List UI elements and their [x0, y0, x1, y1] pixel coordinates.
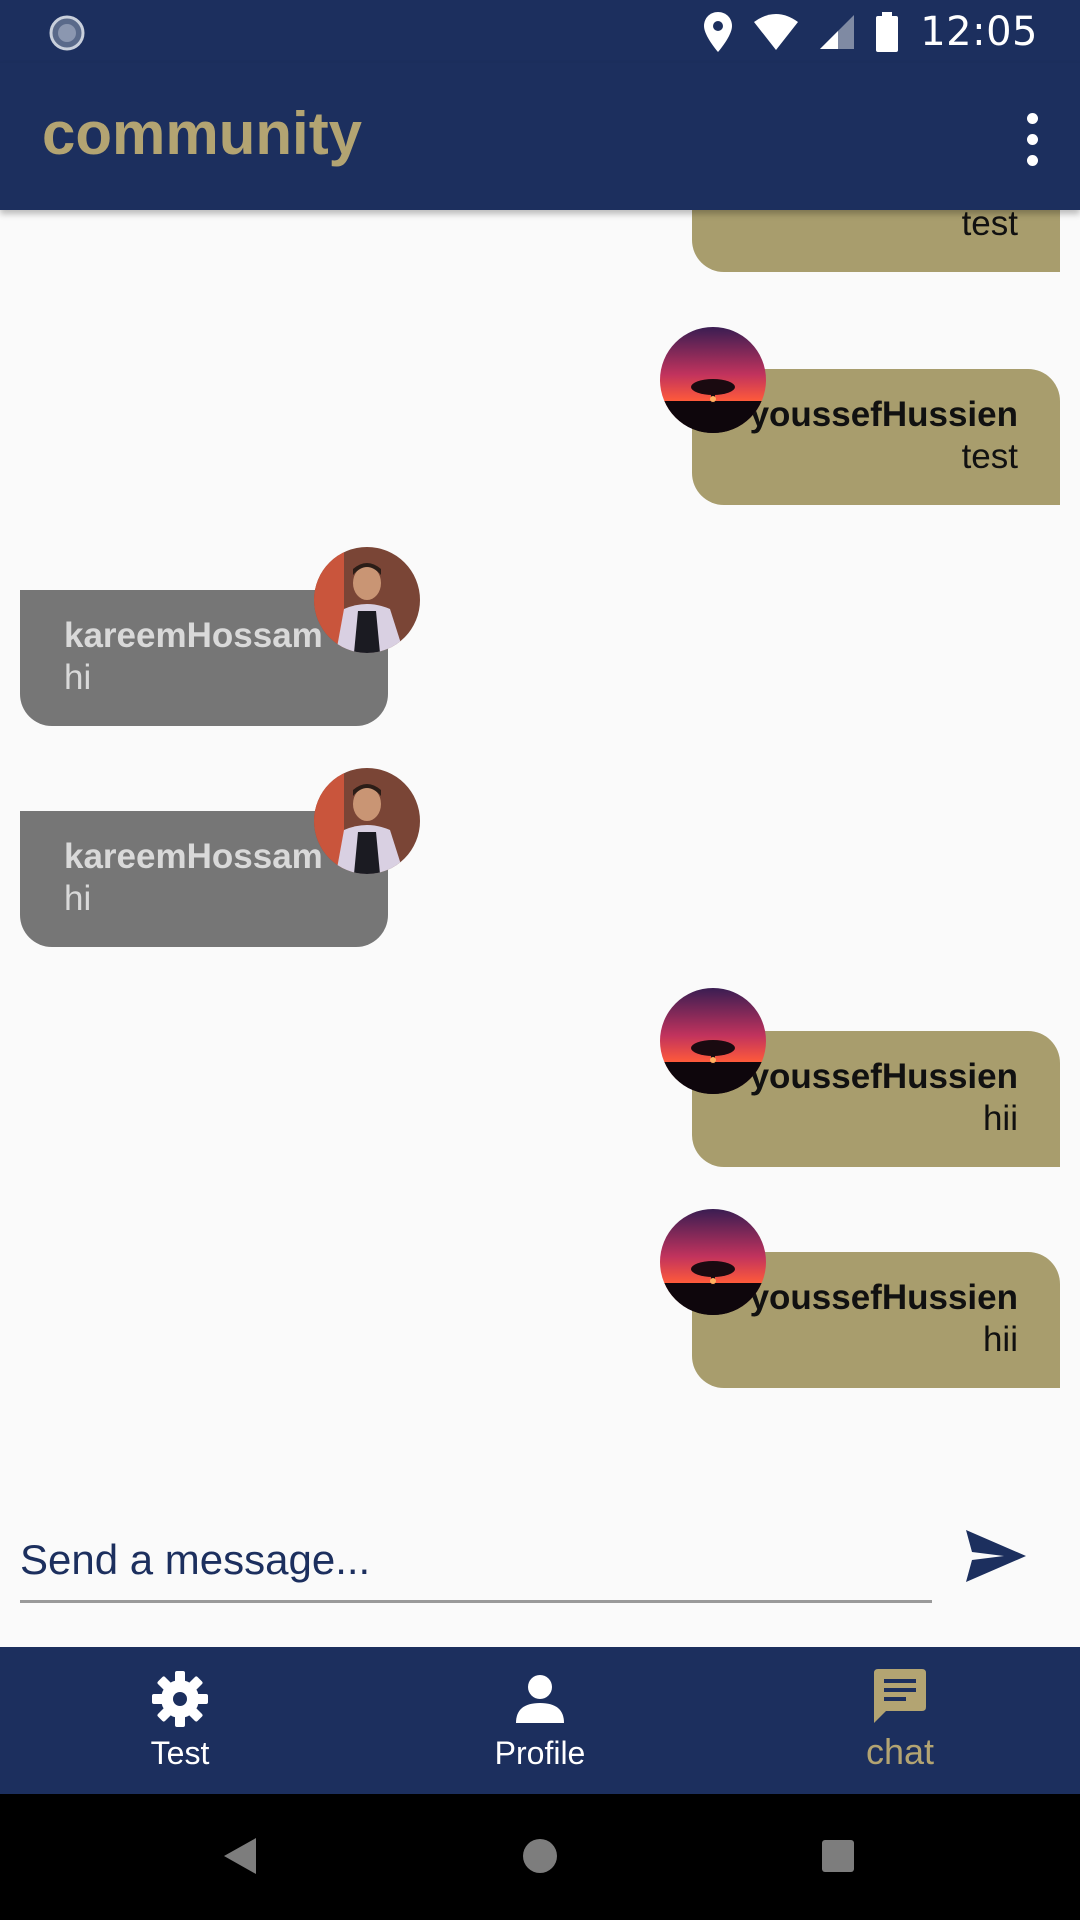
cell-signal-icon [820, 14, 855, 49]
status-time: 12:05 [920, 8, 1038, 55]
message-sender: kareemHossam [64, 616, 323, 655]
recents-icon[interactable] [822, 1840, 854, 1872]
status-bar: 12:05 [0, 0, 1080, 63]
message-sender: youssefHussien [749, 1057, 1018, 1096]
nav-label: chat [865, 1731, 935, 1772]
message-text: hi [64, 658, 92, 697]
home-icon[interactable] [522, 1838, 558, 1874]
message-sender: youssefHussien [749, 1278, 1018, 1317]
message-sender: kareemHossam [64, 837, 323, 876]
wifi-icon [754, 13, 799, 50]
person-icon [516, 1675, 564, 1723]
message-text: hii [982, 1099, 1018, 1138]
system-navigation-bar [0, 1794, 1080, 1920]
more-vert-icon[interactable] [996, 99, 1068, 179]
loading-circle-icon [49, 15, 85, 51]
avatar [314, 768, 420, 874]
message-text: hii [982, 1320, 1018, 1359]
chat-icon [874, 1669, 926, 1723]
nav-label: Test [150, 1735, 210, 1771]
avatar [660, 1209, 766, 1315]
settings-gear-icon [152, 1671, 208, 1727]
avatar [314, 547, 420, 653]
nav-item-profile[interactable]: Profile [360, 1647, 720, 1794]
message-composer [0, 1500, 1080, 1630]
message-input[interactable] [20, 1520, 932, 1603]
message-bubble-own: test [692, 210, 1060, 272]
message-text: test [961, 210, 1018, 243]
back-icon[interactable] [222, 1836, 258, 1876]
nav-label: Profile [494, 1735, 586, 1771]
avatar [660, 988, 766, 1094]
message-text: hi [64, 879, 92, 918]
location-pin-icon [704, 11, 733, 52]
app-title: community [42, 100, 363, 167]
avatar [660, 327, 766, 433]
chat-screen: 12:05 community test youssefHussien test… [0, 0, 1080, 1920]
message-sender: youssefHussien [749, 395, 1018, 434]
app-bar: community [0, 63, 1080, 210]
message-text: test [961, 437, 1018, 476]
message-list[interactable]: test youssefHussien test kareemHossam hi… [0, 210, 1080, 1480]
nav-item-test[interactable]: Test [0, 1647, 360, 1794]
battery-icon [876, 11, 899, 52]
nav-item-chat[interactable]: chat [720, 1647, 1080, 1794]
bottom-navigation: Test Profile chat [0, 1647, 1080, 1794]
send-icon[interactable] [960, 1520, 1032, 1592]
